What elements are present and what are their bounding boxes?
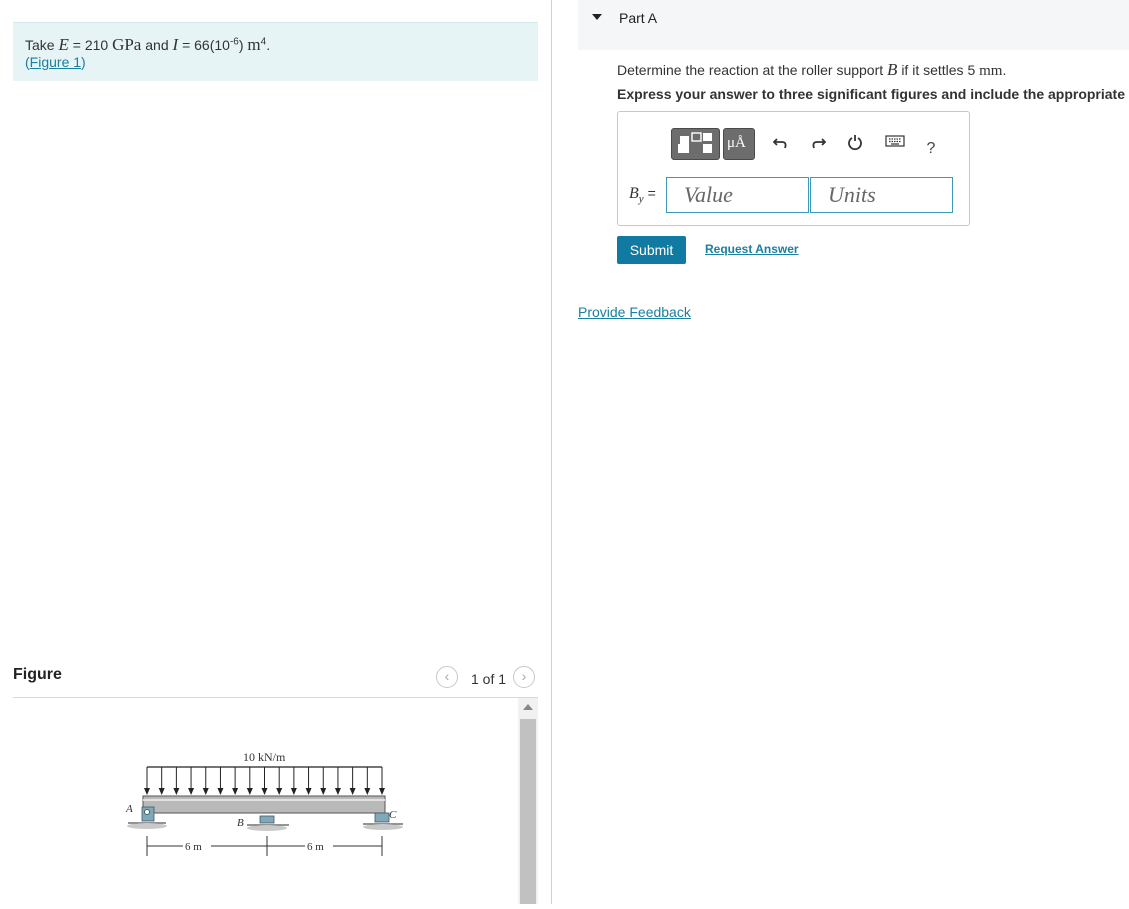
units-icon: μÅ: [727, 135, 746, 151]
request-answer-link[interactable]: Request Answer: [705, 242, 799, 256]
load-arrow-head: [232, 788, 239, 795]
part-title[interactable]: Part A: [619, 10, 657, 26]
figure-title: Figure: [13, 666, 62, 683]
load-arrow-head: [320, 788, 327, 795]
redo-button[interactable]: [808, 134, 828, 155]
support-c: [363, 812, 403, 830]
load-arrow-head: [364, 788, 371, 795]
question-end: .: [1002, 62, 1007, 78]
question-text: Determine the reaction at the roller sup…: [617, 60, 1006, 80]
period: .: [266, 37, 271, 53]
load-arrow-head: [173, 788, 180, 795]
load-arrow-head: [349, 788, 356, 795]
load-arrow-head: [261, 788, 268, 795]
i-close: ): [238, 37, 244, 53]
e-unit: GPa: [112, 35, 142, 54]
load-arrow-head: [305, 788, 312, 795]
figure-link-line: (Figure 1): [25, 54, 526, 70]
question-unit: mm: [979, 63, 1003, 79]
load-arrows: [144, 767, 385, 795]
reset-icon: [848, 135, 862, 151]
question-pre: Determine the reaction at the roller sup…: [617, 62, 884, 78]
question-post: if it settles 5: [901, 62, 976, 78]
label-a: A: [125, 803, 133, 815]
beam-diagram: 10 kN/m A B C 6 m 6 m: [125, 750, 403, 856]
keyboard-button[interactable]: [883, 134, 907, 153]
e-symbol: E: [58, 35, 69, 54]
problem-statement: Take E = 210 GPa and I = 66(10-6) m4. (F…: [13, 22, 538, 81]
load-arrow-head: [158, 788, 165, 795]
provide-feedback-link[interactable]: Provide Feedback: [578, 304, 691, 320]
answer-label-eq: =: [647, 185, 656, 201]
instruction-text: Express your answer to three significant…: [617, 86, 1129, 102]
load-arrow-head: [188, 788, 195, 795]
answer-label: By =: [629, 185, 656, 205]
e-value: = 210: [72, 37, 109, 53]
units-input[interactable]: [810, 177, 953, 213]
chevron-left-icon: ‹: [444, 668, 450, 684]
load-arrow-head: [202, 788, 209, 795]
undo-icon: [772, 138, 787, 149]
load-arrow-head: [276, 788, 283, 795]
answer-box: μÅ ? By =: [617, 111, 970, 226]
i-exponent: -6: [229, 36, 239, 48]
i-symbol: I: [172, 35, 179, 54]
redo-icon: [812, 138, 827, 149]
span-2-label: 6 m: [307, 841, 324, 853]
and-text: and: [145, 37, 169, 53]
load-arrow-head: [379, 788, 385, 795]
load-arrow-head: [246, 788, 253, 795]
load-arrow-head: [334, 788, 341, 795]
label-c: C: [389, 809, 397, 821]
keyboard-icon: [885, 135, 905, 147]
question-symbol: B: [887, 60, 898, 79]
answer-label-sub: y: [638, 192, 644, 205]
beam: [142, 795, 386, 814]
paren-close: ): [81, 54, 86, 70]
load-arrow-head: [217, 788, 224, 795]
dimension-line: [146, 836, 383, 856]
undo-button[interactable]: [771, 134, 791, 155]
label-b: B: [237, 817, 244, 829]
figure-scrollbar[interactable]: [518, 698, 538, 904]
problem-text: Take E = 210 GPa and I = 66(10-6) m4.: [25, 35, 526, 54]
reset-button[interactable]: [845, 134, 865, 157]
load-label: 10 kN/m: [243, 750, 286, 764]
value-input[interactable]: [666, 177, 809, 213]
span-1-label: 6 m: [185, 841, 202, 853]
caret-down-icon[interactable]: [592, 14, 602, 20]
prev-figure-button[interactable]: ‹: [436, 666, 458, 688]
take-text: Take: [25, 37, 55, 53]
i-unit: m: [247, 35, 261, 54]
chevron-right-icon: ›: [521, 668, 527, 684]
help-button[interactable]: ?: [921, 140, 941, 158]
next-figure-button[interactable]: ›: [513, 666, 535, 688]
part-a-header[interactable]: Part A: [578, 0, 1129, 50]
templates-icon: [678, 132, 712, 153]
scroll-up-arrow-icon[interactable]: [523, 704, 533, 710]
load-arrow-head: [290, 788, 297, 795]
figure-link[interactable]: Figure 1: [30, 54, 81, 70]
load-arrow-head: [144, 788, 150, 795]
submit-button[interactable]: Submit: [617, 236, 686, 264]
answer-label-symbol: B: [629, 185, 639, 202]
figure-header: Figure ‹ 1 of 1 ›: [13, 664, 538, 694]
figure-image: 10 kN/m A B C 6 m 6 m: [13, 698, 518, 904]
panel-divider: [551, 0, 552, 904]
i-value: = 66(10: [182, 37, 230, 53]
figure-counter: 1 of 1: [471, 671, 507, 687]
templates-button[interactable]: [671, 128, 720, 160]
support-b: [247, 815, 289, 831]
scroll-thumb[interactable]: [520, 719, 536, 904]
units-button[interactable]: μÅ: [723, 128, 755, 160]
